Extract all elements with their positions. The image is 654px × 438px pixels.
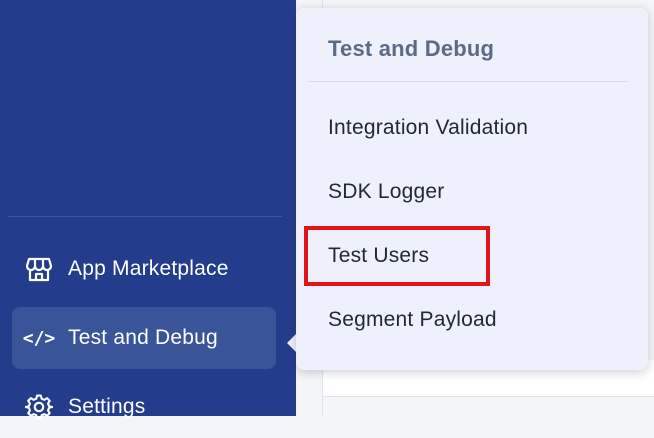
sidebar-item-settings[interactable]: Settings xyxy=(12,376,276,438)
sidebar-item-app-marketplace[interactable]: App Marketplace xyxy=(12,238,276,300)
gear-icon xyxy=(24,392,54,422)
test-and-debug-flyout-menu: Test and Debug Integration Validation SD… xyxy=(296,8,648,370)
code-icon: </> xyxy=(22,327,56,349)
sidebar-item-label: App Marketplace xyxy=(68,257,229,280)
sidebar-divider xyxy=(8,216,282,217)
sidebar-item-label: Settings xyxy=(68,395,146,418)
sidebar-item-test-and-debug[interactable]: </> Test and Debug xyxy=(12,307,276,369)
sidebar-item-label: Test and Debug xyxy=(68,326,218,349)
sidebar: App Marketplace </> Test and Debug Setti… xyxy=(0,0,296,420)
storefront-icon xyxy=(24,254,54,284)
main-content-hdivider xyxy=(322,396,654,397)
test-users-highlight-box xyxy=(304,226,490,286)
menu-item-integration-validation[interactable]: Integration Validation xyxy=(328,116,528,140)
flyout-title: Test and Debug xyxy=(328,36,495,61)
flyout-divider xyxy=(308,81,628,82)
menu-item-segment-payload[interactable]: Segment Payload xyxy=(328,308,497,332)
menu-item-sdk-logger[interactable]: SDK Logger xyxy=(328,180,444,204)
